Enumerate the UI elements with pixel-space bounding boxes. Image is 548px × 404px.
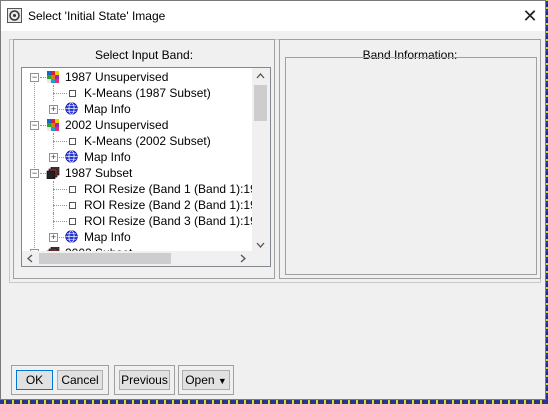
band-information-box [285,57,537,275]
tree-group-label: 2002 Unsupervised [65,118,169,132]
raster-stack-icon [46,167,60,179]
horizontal-scroll-thumb[interactable] [39,253,171,264]
previous-group: Previous [114,365,175,395]
tree-connector-line [40,125,46,126]
dropdown-arrow-icon: ▼ [217,376,227,386]
band-leaf-icon [69,90,76,97]
tree-connector-line [59,237,64,238]
tree-item-row[interactable]: + Map Info [22,101,252,117]
collapse-icon[interactable]: − [30,121,39,130]
collapse-icon[interactable]: − [30,169,39,178]
expand-icon[interactable]: + [49,233,58,242]
tree-item-label: Map Info [84,150,131,164]
tree-item-label: ROI Resize (Band 2 (Band 1):1987 [84,198,252,212]
tree-connector-line [53,205,67,206]
tree-item-row[interactable]: + Map Info [22,149,252,165]
globe-icon [65,150,78,163]
tree-group-row[interactable]: − 1987 Unsupervised [22,69,252,85]
title-bar[interactable]: Select 'Initial State' Image ✕ [1,1,545,31]
envi-app-icon [7,8,22,23]
band-leaf-icon [69,202,76,209]
band-leaf-icon [69,218,76,225]
horizontal-scrollbar[interactable] [22,251,252,266]
ok-cancel-group: OK Cancel [11,365,109,395]
tree-item-row[interactable]: ROI Resize (Band 2 (Band 1):1987 [22,197,252,213]
tree-connector-line [53,141,67,142]
tree-group-label: 1987 Unsupervised [65,70,169,84]
tree-viewport: −1987 Unsupervised K-Means (1987 Subset) +… [22,68,252,251]
select-image-dialog: Select 'Initial State' Image ✕ Select In… [0,0,546,400]
ok-button[interactable]: OK [16,370,53,390]
input-band-panel-title: Select Input Band: [94,48,194,62]
tree-group-label: 1987 Subset [65,166,133,180]
globe-icon [65,230,78,243]
tree-connector-line [59,157,64,158]
vertical-scrollbar[interactable] [252,68,270,251]
tree-item-label: ROI Resize (Band 3 (Band 1):1987 [84,214,252,228]
vertical-scroll-thumb[interactable] [254,85,267,121]
tree-item-label: K-Means (2002 Subset) [84,134,211,148]
scroll-left-icon[interactable] [27,254,33,265]
open-button[interactable]: Open ▼ [182,370,230,390]
scroll-right-icon[interactable] [240,254,246,265]
classification-grid-icon [47,119,59,131]
open-button-label: Open [185,373,215,387]
expand-icon[interactable]: + [49,153,58,162]
input-band-tree[interactable]: −1987 Unsupervised K-Means (1987 Subset) +… [21,67,271,267]
previous-button[interactable]: Previous [119,370,170,390]
tree-item-row[interactable]: ROI Resize (Band 1 (Band 1):1987 [22,181,252,197]
globe-icon [65,102,78,115]
classification-grid-icon [47,71,59,83]
tree-connector-line [40,77,46,78]
tree-item-label: Map Info [84,102,131,116]
scrollbar-corner [252,251,270,266]
cancel-button[interactable]: Cancel [57,370,103,390]
tree-group-row[interactable]: − 2002 Unsupervised [22,117,252,133]
band-leaf-icon [69,138,76,145]
tree-item-row[interactable]: + Map Info [22,229,252,245]
tree-item-label: Map Info [84,230,131,244]
tree-item-label: K-Means (1987 Subset) [84,86,211,100]
open-group: Open ▼ [178,365,234,395]
band-leaf-icon [69,186,76,193]
window-title: Select 'Initial State' Image [28,9,166,23]
close-icon[interactable]: ✕ [517,5,543,27]
tree-connector-line [53,221,67,222]
tree-item-row[interactable]: K-Means (2002 Subset) [22,133,252,149]
collapse-icon[interactable]: − [30,73,39,82]
tree-connector-line [53,189,67,190]
tree-connector-line [53,93,67,94]
scroll-up-icon[interactable] [256,71,265,81]
tree-item-row[interactable]: K-Means (1987 Subset) [22,85,252,101]
tree-group-row[interactable]: − 1987 Subset [22,165,252,181]
scroll-down-icon[interactable] [256,240,265,250]
expand-icon[interactable]: + [49,105,58,114]
tree-item-label: ROI Resize (Band 1 (Band 1):1987 [84,182,252,196]
tree-item-row[interactable]: ROI Resize (Band 3 (Band 1):1987 [22,213,252,229]
tree-connector-line [59,109,64,110]
